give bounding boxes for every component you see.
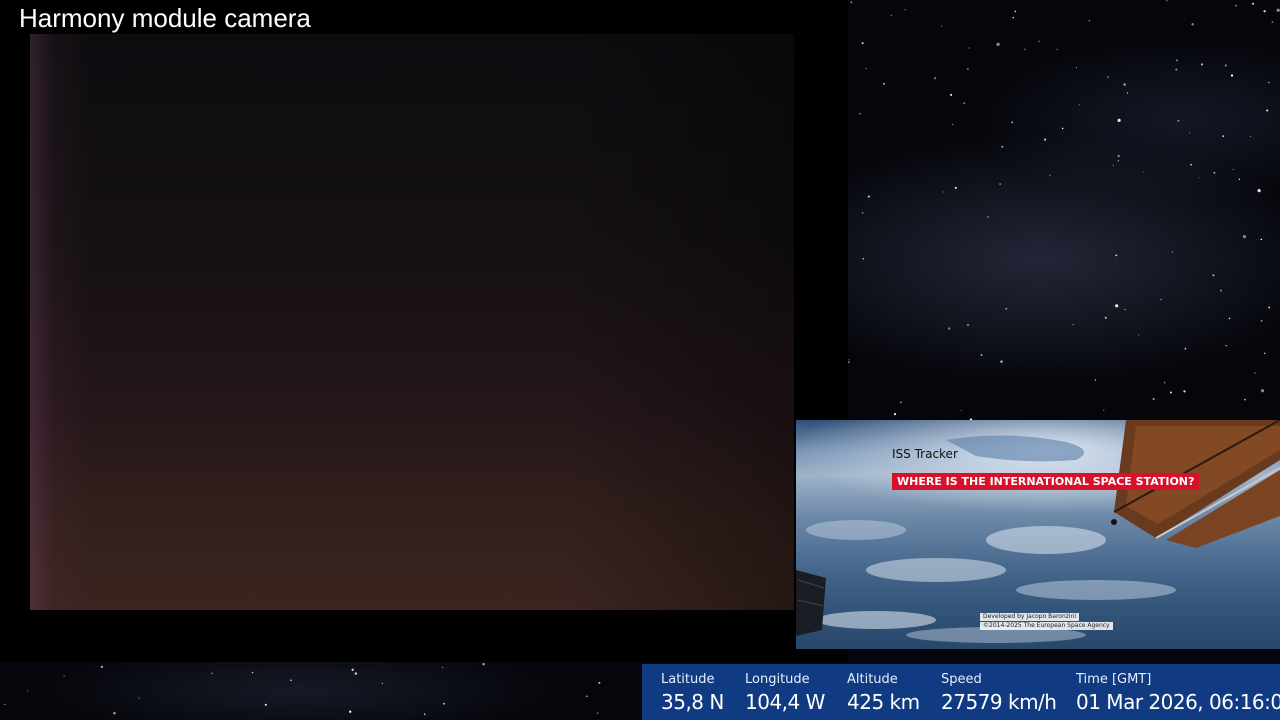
altitude-label: Altitude	[847, 672, 898, 687]
time-label: Time [GMT]	[1076, 672, 1152, 687]
longitude-value: 104,4 W	[745, 690, 825, 714]
time-value: 01 Mar 2026, 06:16:00	[1076, 690, 1280, 714]
stream-screen: Harmony module camera ISS Tracker WHERE …	[0, 0, 1280, 720]
speed-label: Speed	[941, 672, 982, 687]
tracker-title: ISS Tracker	[892, 447, 958, 461]
camera-video-feed	[30, 34, 794, 610]
altitude-value: 425 km	[847, 690, 920, 714]
iss-stats-bar: Latitude 35,8 N Longitude 104,4 W Altitu…	[642, 664, 1280, 720]
tracker-credit-copyright: ©2014-2025 The European Space Agency	[980, 622, 1113, 630]
tracker-credit-developer: Developed by Jacopo Baronzini	[980, 613, 1080, 621]
longitude-label: Longitude	[745, 672, 810, 687]
tracker-banner: WHERE IS THE INTERNATIONAL SPACE STATION…	[892, 473, 1200, 490]
latitude-label: Latitude	[661, 672, 715, 687]
camera-title: Harmony module camera	[19, 3, 311, 33]
camera-frame	[0, 0, 848, 662]
latitude-value: 35,8 N	[661, 690, 724, 714]
iss-tracker-panel: ISS Tracker WHERE IS THE INTERNATIONAL S…	[796, 420, 1280, 649]
speed-value: 27579 km/h	[941, 690, 1057, 714]
